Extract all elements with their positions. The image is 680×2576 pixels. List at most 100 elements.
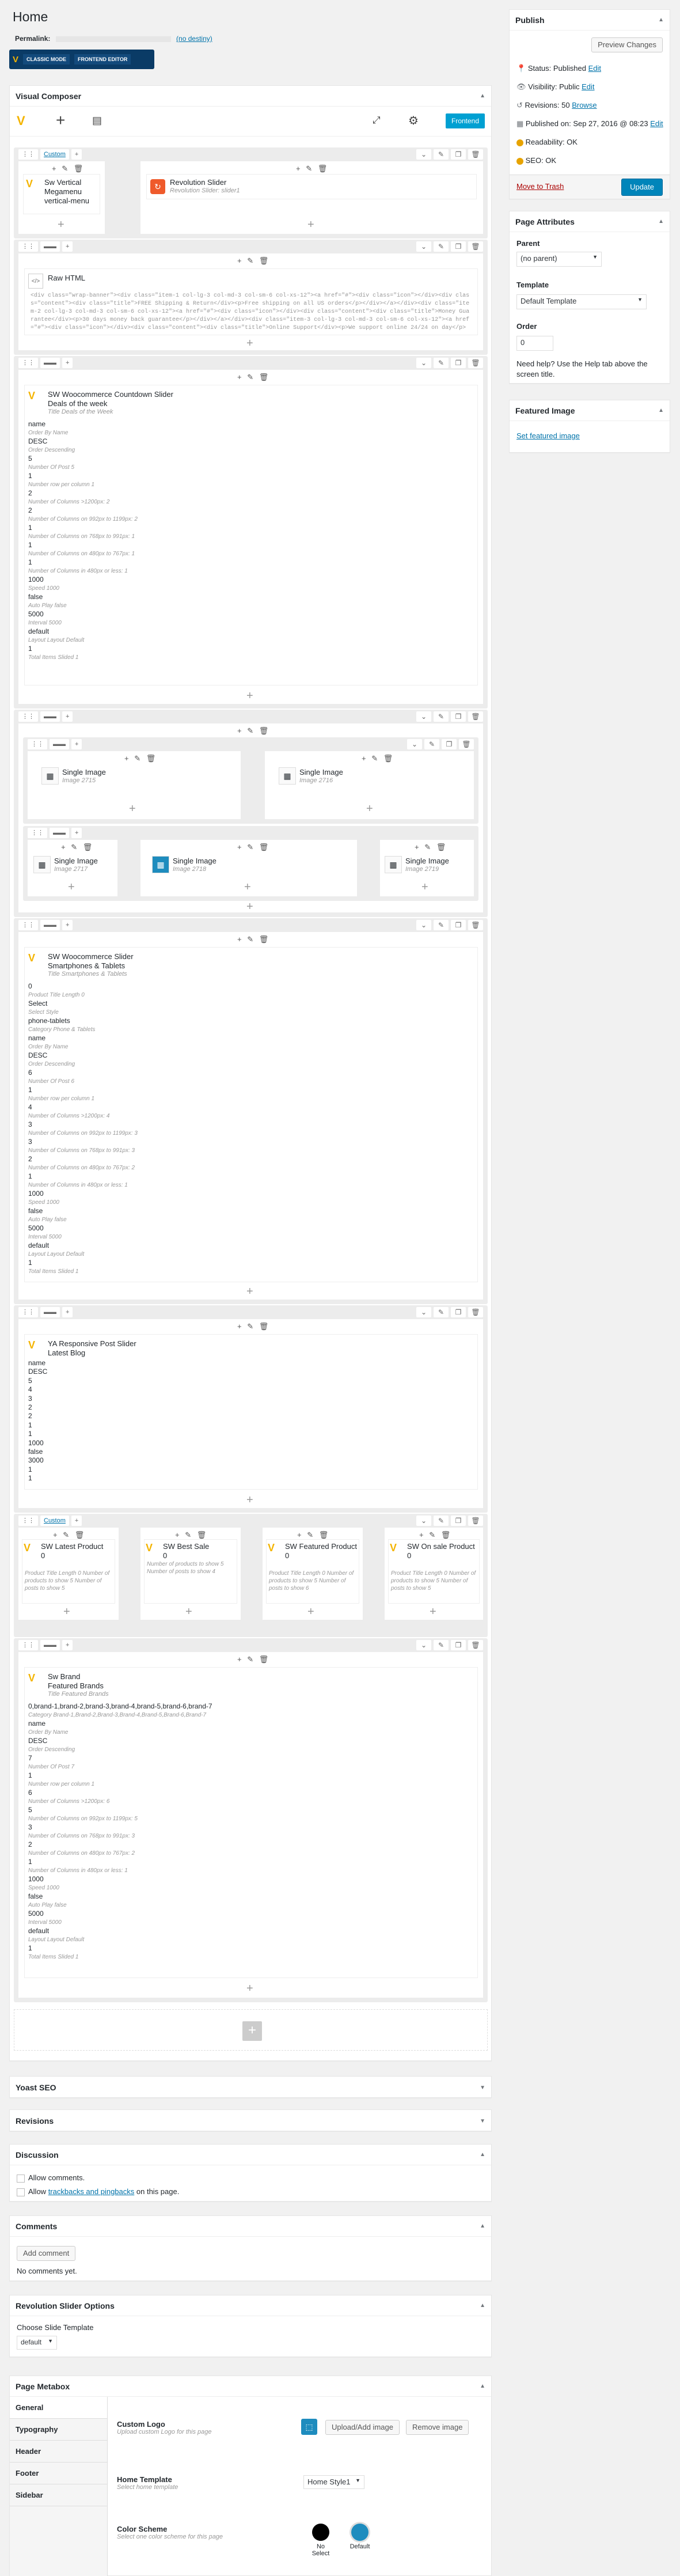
row-drag-handle[interactable]: ⋮⋮ — [18, 358, 38, 368]
set-featured-image-link[interactable]: Set featured image — [516, 431, 580, 440]
column-controls[interactable]: + ✎ 🗑 — [237, 726, 270, 736]
row-delete-icon[interactable]: 🗑 — [468, 358, 483, 368]
expand-arrow-icon[interactable]: ▼ — [480, 2085, 485, 2091]
row-add-column-button[interactable]: + — [62, 1307, 73, 1317]
row-clone-icon[interactable]: ❐ — [451, 1307, 466, 1317]
collapse-arrow-icon[interactable]: ▲ — [480, 2151, 485, 2158]
row-delete-icon[interactable]: 🗑 — [468, 241, 483, 252]
vc-element-latest-product[interactable]: V SW Latest Product 0 Product Title Lengt… — [22, 1539, 115, 1604]
preview-changes-button[interactable]: Preview Changes — [591, 37, 663, 52]
parent-select[interactable]: (no parent) ▼ — [516, 252, 602, 267]
row-delete-icon[interactable]: 🗑 — [468, 149, 483, 160]
column-add-element-icon[interactable]: + — [68, 881, 75, 893]
column-add-element-icon[interactable]: + — [244, 881, 251, 893]
update-button[interactable]: Update — [621, 179, 663, 196]
column-controls[interactable]: + ✎ 🗑 — [419, 1531, 452, 1540]
row-clone-icon[interactable]: ❐ — [451, 1640, 466, 1650]
settings-gear-icon[interactable]: ⚙ — [408, 113, 419, 128]
row-clone-icon[interactable]: ❐ — [451, 241, 466, 252]
vc-element-single-image[interactable]: ▦ Single Image Image 2718 — [152, 856, 216, 873]
trackbacks-link[interactable]: trackbacks and pingbacks — [48, 2187, 135, 2196]
row-collapse-button[interactable]: ⌄ — [416, 711, 431, 722]
vc-element-woocommerce-slider[interactable]: V SW Woocommerce Slider Smartphones & Ta… — [24, 947, 478, 1282]
collapse-arrow-icon[interactable]: ▲ — [658, 218, 664, 225]
tab-sidebar[interactable]: Sidebar — [10, 2484, 107, 2506]
row-clone-icon[interactable]: ❐ — [451, 1516, 466, 1526]
vc-element-featured-product[interactable]: V SW Featured Product 0 Product Title Len… — [266, 1539, 359, 1604]
column-controls[interactable]: + ✎ 🗑 — [237, 935, 270, 944]
collapse-arrow-icon[interactable]: ▲ — [480, 2383, 485, 2389]
row-collapse-button[interactable]: ⌄ — [416, 920, 431, 930]
row-clone-icon[interactable]: ❐ — [451, 920, 466, 930]
row-drag-handle[interactable]: ⋮⋮ — [18, 1640, 38, 1650]
column-add-element-icon[interactable]: + — [307, 219, 314, 230]
home-template-select[interactable]: Home Style1 ▼ — [303, 2475, 364, 2489]
row-collapse-button[interactable]: ⌄ — [416, 1307, 431, 1317]
row-clone-icon[interactable]: ❐ — [451, 358, 466, 368]
row-collapse-button[interactable]: ⌄ — [416, 1640, 431, 1650]
row-drag-handle[interactable]: ⋮⋮ — [18, 1307, 38, 1317]
column-add-element-icon[interactable]: + — [185, 1606, 192, 1617]
visibility-edit-link[interactable]: Edit — [582, 82, 594, 91]
permalink-edit-link[interactable]: (no destiny) — [176, 35, 212, 43]
row-drag-handle[interactable]: ⋮⋮ — [18, 149, 38, 160]
row-clone-icon[interactable]: ❐ — [451, 711, 466, 722]
row-drag-handle[interactable]: ⋮⋮ — [18, 1516, 38, 1526]
column-controls[interactable]: + ✎ 🗑 — [237, 256, 270, 266]
column-controls[interactable]: + ✎ 🗑 — [52, 164, 85, 173]
vc-element-raw-html[interactable]: </> Raw HTML <div class="wrap-banner"><d… — [24, 268, 478, 335]
column-add-element-icon[interactable]: + — [63, 1606, 70, 1617]
collapse-arrow-icon[interactable]: ▲ — [658, 17, 664, 23]
collapse-arrow-icon[interactable]: ▲ — [480, 2302, 485, 2309]
row-drag-handle[interactable]: ⋮⋮ — [18, 711, 38, 722]
row-delete-icon[interactable]: 🗑 — [468, 1307, 483, 1317]
published-edit-link[interactable]: Edit — [650, 119, 663, 128]
column-controls[interactable]: + ✎ 🗑 — [297, 1531, 330, 1540]
row-layout-button[interactable]: ▬▬ — [50, 739, 69, 749]
permalink-url[interactable] — [55, 36, 171, 42]
row-delete-icon[interactable]: 🗑 — [468, 920, 483, 930]
column-add-element-icon[interactable]: + — [246, 338, 253, 349]
row-edit-pencil-icon[interactable]: ✎ — [434, 711, 449, 722]
row-delete-icon[interactable]: 🗑 — [468, 711, 483, 722]
revisions-browse-link[interactable]: Browse — [572, 101, 597, 109]
row-add-column-button[interactable]: + — [62, 241, 73, 252]
templates-icon[interactable]: ▤ — [92, 115, 102, 127]
row-layout-button[interactable]: ▬▬ — [40, 358, 60, 368]
column-add-element-icon[interactable]: + — [129, 803, 136, 815]
row-clone-icon[interactable]: ❐ — [442, 739, 457, 749]
row-add-column-button[interactable]: + — [71, 739, 82, 749]
column-add-element-icon[interactable]: + — [58, 219, 64, 230]
column-add-element-icon[interactable]: + — [366, 803, 373, 815]
classic-mode-button[interactable]: CLASSIC MODE — [23, 54, 70, 65]
column-controls[interactable]: + ✎ 🗑 — [237, 843, 270, 852]
tab-footer[interactable]: Footer — [10, 2463, 107, 2484]
vc-element-single-image[interactable]: ▦ Single Image Image 2717 — [33, 856, 98, 873]
collapse-arrow-icon[interactable]: ▲ — [480, 2223, 485, 2229]
column-add-element-icon[interactable]: + — [246, 690, 253, 702]
column-controls[interactable]: + ✎ 🗑 — [53, 1531, 86, 1540]
allow-trackbacks-checkbox[interactable] — [17, 2188, 25, 2196]
row-add-column-button[interactable]: + — [71, 828, 82, 838]
order-input[interactable]: 0 — [516, 336, 553, 351]
row-edit-pencil-icon[interactable]: ✎ — [434, 241, 449, 252]
tab-header[interactable]: Header — [10, 2441, 107, 2463]
row-edit-pencil-icon[interactable]: ✎ — [434, 1516, 449, 1526]
frontend-button[interactable]: Frontend — [446, 113, 485, 128]
custom-layout-link[interactable]: Custom — [40, 149, 69, 160]
row-delete-icon[interactable]: 🗑 — [468, 1640, 483, 1650]
collapse-arrow-icon[interactable]: ▲ — [658, 407, 664, 414]
row-collapse-button[interactable]: ⌄ — [416, 358, 431, 368]
row-layout-button[interactable]: ▬▬ — [40, 241, 60, 252]
vc-element-onsale-product[interactable]: V SW On sale Product 0 Product Title Leng… — [388, 1539, 480, 1604]
column-controls[interactable]: + ✎ 🗑 — [237, 1655, 270, 1664]
row-add-column-button[interactable]: + — [62, 358, 73, 368]
column-controls[interactable]: + ✎ 🗑 — [175, 1531, 208, 1540]
add-row-button[interactable]: + — [242, 2021, 262, 2041]
row-add-column-button[interactable]: + — [62, 920, 73, 930]
row-edit-pencil-icon[interactable]: ✎ — [434, 920, 449, 930]
row-delete-icon[interactable]: 🗑 — [459, 739, 474, 749]
row-collapse-button[interactable]: ⌄ — [416, 1516, 431, 1526]
row-edit-pencil-icon[interactable]: ✎ — [434, 1640, 449, 1650]
column-add-element-icon[interactable]: + — [421, 881, 428, 893]
